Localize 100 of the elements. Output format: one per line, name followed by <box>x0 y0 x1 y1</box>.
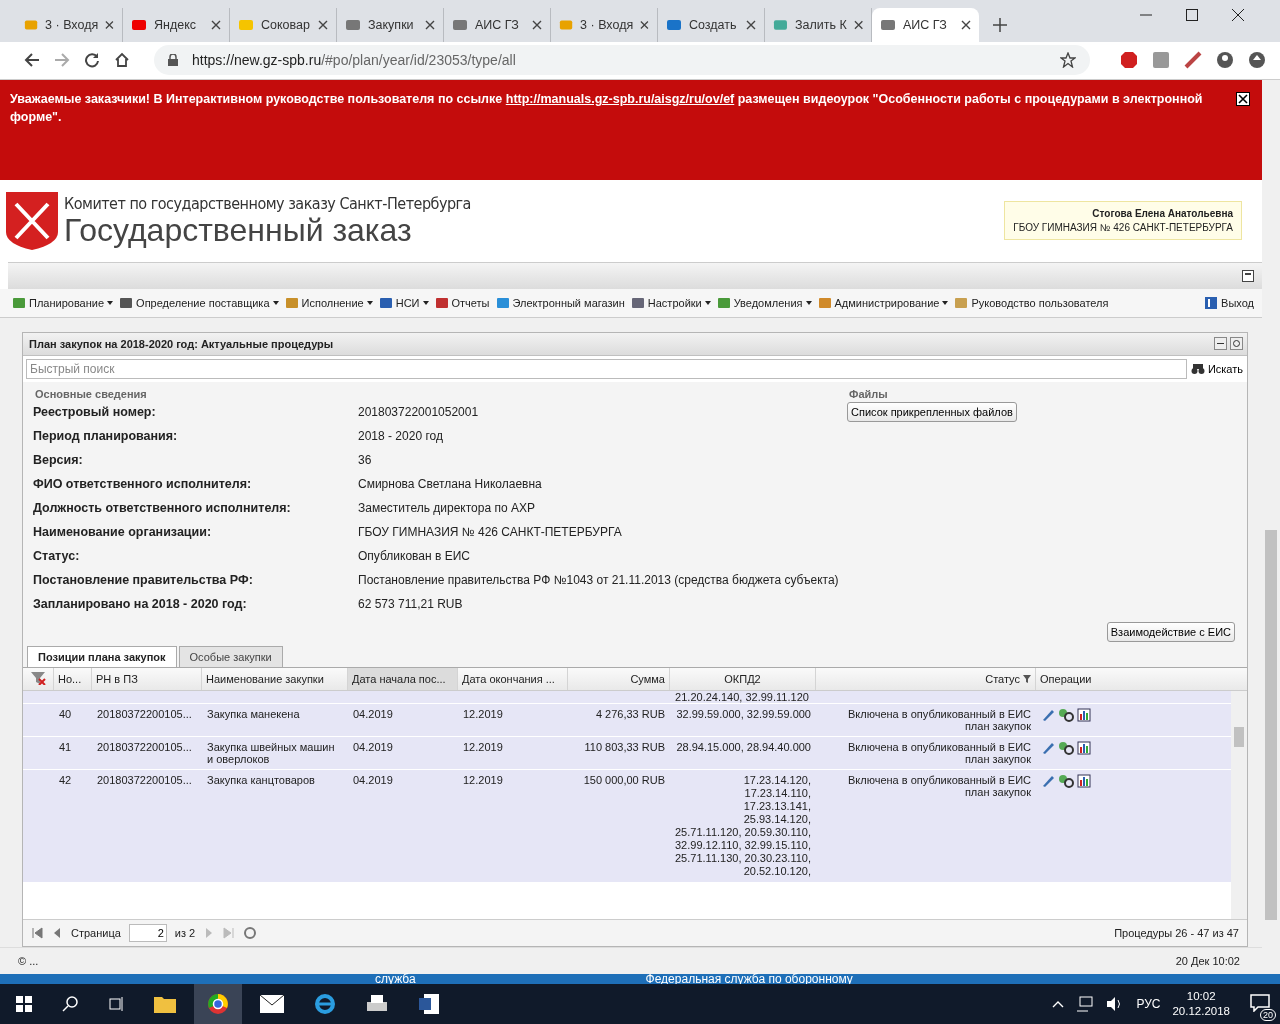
field-label: Версия: <box>33 452 84 467</box>
collapse-icon[interactable] <box>1242 269 1254 282</box>
collapse-icon[interactable] <box>1214 337 1227 351</box>
exit-button[interactable]: Выход <box>1204 295 1254 310</box>
menu-item[interactable]: Исполнение <box>284 295 373 310</box>
notification-icon[interactable] <box>1250 993 1270 1012</box>
windows-icon[interactable] <box>16 996 32 1012</box>
table-cell-text: Закупка швейных машин и оверлоков <box>207 740 336 765</box>
network-icon[interactable] <box>1076 996 1095 1012</box>
column-header[interactable]: Статус <box>815 667 1035 690</box>
browser-tab[interactable]: 3 · Входя <box>16 7 123 42</box>
menu-item[interactable]: Планирование <box>12 295 114 310</box>
menu-item[interactable]: Руководство пользователя <box>954 295 1109 310</box>
table-cell-text: 04.2019 <box>353 773 394 786</box>
pencil-icon[interactable] <box>1041 740 1055 755</box>
table-cell: 17.23.14.110, <box>744 786 811 800</box>
maximize-icon[interactable] <box>1186 9 1198 21</box>
filter-clear-icon[interactable] <box>30 670 46 685</box>
tab[interactable]: Позиции плана закупок <box>27 645 177 667</box>
column-header[interactable]: РН в ПЗ <box>91 667 201 690</box>
user-name: Стогова Елена Анатольевна <box>1092 208 1233 220</box>
browser-tab[interactable]: Создать <box>658 7 765 42</box>
browser-tab[interactable]: АИС ГЗ <box>872 7 979 42</box>
home-icon[interactable] <box>114 52 130 69</box>
scrollbar[interactable] <box>1262 79 1280 974</box>
close-icon[interactable] <box>532 19 542 30</box>
column-header[interactable]: Сумма <box>567 667 669 690</box>
browser-tab[interactable]: Яндекс <box>123 7 230 42</box>
close-icon[interactable] <box>961 19 971 30</box>
language-indicator[interactable]: РУС <box>1136 997 1161 1011</box>
plus-icon[interactable] <box>993 17 1007 32</box>
manual-link[interactable]: http://manuals.gz-spb.ru/aisgz/ru/ov/ef <box>505 91 735 106</box>
attached-files-button[interactable]: Список прикрепленных файлов <box>847 401 1017 422</box>
close-icon[interactable] <box>211 19 221 30</box>
column-header[interactable]: Дата начала пос... <box>347 667 457 690</box>
table-cell-text: 04.2019 <box>353 707 394 720</box>
close-icon[interactable] <box>105 19 114 30</box>
caret-icon[interactable] <box>1052 1000 1065 1008</box>
page-label: Страница <box>71 927 121 939</box>
browser-tab[interactable]: 3 · Входя <box>551 7 658 42</box>
search-icon[interactable] <box>62 996 78 1012</box>
menu-item[interactable]: Настройки <box>630 295 711 310</box>
desktop-text: Федеральная служба по оборонному <box>645 974 853 984</box>
table-cell-text: 20180372200105... <box>97 740 193 753</box>
refresh-icon[interactable] <box>1230 337 1243 351</box>
scrollbar[interactable] <box>1231 690 1247 919</box>
first-page-icon[interactable] <box>31 927 43 939</box>
mail-icon[interactable] <box>260 995 284 1013</box>
search-button[interactable]: Искать <box>1190 362 1243 375</box>
table-cell-text: 12.2019 <box>463 740 504 753</box>
adblock-icon[interactable] <box>1120 51 1138 70</box>
column-header[interactable]: ОКПД2 <box>669 667 815 690</box>
close-icon[interactable] <box>640 19 649 30</box>
field-value: ГБОУ ГИМНАЗИЯ № 426 САНКТ-ПЕТЕРБУРГА <box>358 524 622 539</box>
close-icon[interactable] <box>1232 9 1244 21</box>
page-field[interactable]: 2 <box>128 924 167 942</box>
close-icon[interactable] <box>425 19 435 30</box>
field-label: Реестровый номер: <box>33 404 157 419</box>
close-icon[interactable] <box>853 19 863 30</box>
close-icon[interactable] <box>746 19 756 30</box>
pencil-icon[interactable] <box>1041 773 1055 788</box>
menu-item[interactable]: Уведомления <box>716 295 812 310</box>
menu-item[interactable]: Определение поставщика <box>119 295 279 310</box>
menu-item[interactable]: Электронный магазин <box>495 295 625 310</box>
pencil-icon[interactable] <box>1041 707 1055 722</box>
bar-chart-icon[interactable] <box>1077 707 1091 722</box>
refresh-icon[interactable] <box>243 926 258 940</box>
browser-tab[interactable]: АИС ГЗ <box>444 7 551 42</box>
close-icon[interactable] <box>318 19 328 30</box>
menu-item[interactable]: Администрирование <box>817 295 949 310</box>
browser-tab[interactable]: Закупки <box>337 7 444 42</box>
tab[interactable]: Особые закупки <box>178 645 283 667</box>
browser-icon[interactable] <box>314 993 336 1015</box>
address-field[interactable]: https://new.gz-spb.ru/#po/plan/year/id/23053/type/all <box>154 45 1090 76</box>
printer-icon[interactable] <box>366 994 388 1014</box>
reload-icon[interactable] <box>84 52 100 69</box>
column-header[interactable]: Дата окончания ... <box>457 667 567 690</box>
clock[interactable]: 10:02 20.12.2018 <box>1172 989 1230 1019</box>
search-field[interactable]: Быстрый поиск <box>26 358 1187 379</box>
bar-chart-icon[interactable] <box>1077 740 1091 755</box>
menu-item[interactable]: Отчеты <box>434 295 490 310</box>
binoculars-icon <box>1190 362 1205 375</box>
back-icon[interactable] <box>24 52 40 69</box>
table-cell: 32.99.12.110, 32.99.15.110, <box>675 838 811 852</box>
table-cell-text: 20180372200105... <box>97 707 193 720</box>
star-icon[interactable] <box>1060 52 1076 69</box>
column-header[interactable]: Но... <box>53 667 91 690</box>
close-icon[interactable] <box>1236 91 1250 106</box>
browser-icon[interactable] <box>207 993 229 1015</box>
eis-button[interactable]: Взаимодействие с ЕИС <box>1106 621 1235 642</box>
column-header[interactable]: Операции <box>1035 667 1219 690</box>
table-cell: 20.52.10.120, <box>743 864 811 878</box>
update-icon[interactable] <box>1248 51 1266 70</box>
task-view-icon[interactable] <box>108 996 124 1012</box>
record-summary: Процедуры 26 - 47 из 47 <box>1114 927 1239 939</box>
browser-tab[interactable]: Соковар <box>230 7 337 42</box>
account-icon[interactable] <box>1216 51 1234 70</box>
bar-chart-icon[interactable] <box>1077 773 1091 788</box>
menu-item[interactable]: НСИ <box>378 295 429 310</box>
caret-icon <box>942 300 949 305</box>
